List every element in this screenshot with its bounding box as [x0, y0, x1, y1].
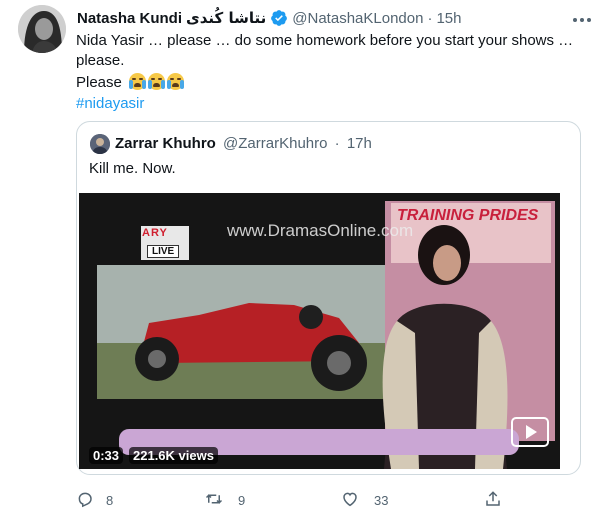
live-badge: LIVE [147, 245, 180, 258]
separator-dot: · [334, 135, 340, 152]
quoted-author-handle[interactable]: @ZarrarKhuhro [223, 135, 327, 152]
separator-dot: · [427, 9, 433, 27]
share-icon [484, 490, 502, 511]
tweet-text-please: Please [76, 74, 122, 91]
quoted-text: Kill me. Now. [89, 160, 176, 177]
retweet-icon [204, 490, 224, 511]
quoted-author-avatar[interactable] [90, 134, 110, 154]
video-views: 221.6K views [129, 447, 218, 464]
crying-emoji-icon [148, 73, 166, 90]
video-duration: 0:33 [89, 447, 124, 464]
like-count: 33 [374, 492, 389, 508]
avatar-image [18, 5, 66, 53]
quoted-tweet[interactable]: Zarrar Khuhro @ZarrarKhuhro · 17h Kill m… [76, 121, 581, 475]
like-button[interactable]: 33 [341, 485, 388, 515]
verified-badge-icon [270, 9, 288, 27]
channel-logo: ARY [142, 227, 168, 239]
author-avatar[interactable] [18, 5, 66, 53]
crying-emoji-icon [129, 73, 147, 90]
tweet-header: Natasha Kundi نتاشا کُندی @NatashaKLondo… [77, 7, 461, 29]
quoted-author-name[interactable]: Zarrar Khuhro [115, 135, 216, 152]
tweet-text-line: Please [76, 73, 581, 93]
tweet-text-line: Nida Yasir … please … do some homework b… [76, 32, 574, 49]
tweet-time[interactable]: 15h [436, 10, 461, 27]
quoted-time[interactable]: 17h [347, 135, 372, 152]
reply-button[interactable]: 8 [76, 485, 113, 515]
show-banner: TRAINING PRIDES [397, 207, 539, 224]
tweet-text-line: please. [76, 52, 125, 69]
author-handle[interactable]: @NatashaKLondon [292, 10, 423, 27]
reply-icon [76, 490, 94, 511]
more-icon[interactable] [572, 10, 592, 28]
crying-emoji-icon [167, 73, 185, 90]
video-watermark: www.DramasOnline.com [227, 221, 414, 240]
share-button[interactable] [484, 485, 502, 515]
play-icon[interactable] [511, 417, 549, 447]
reply-count: 8 [106, 492, 114, 508]
author-name-urdu[interactable]: نتاشا کُندی [186, 9, 266, 27]
author-name[interactable]: Natasha Kundi [77, 10, 182, 27]
retweet-count: 9 [238, 492, 246, 508]
hashtag-link[interactable]: #nidayasir [76, 94, 581, 114]
video-player[interactable]: www.DramasOnline.com ARY LIVE TRAINING P… [79, 193, 560, 469]
tweet-text: Nida Yasir … please … do some homework b… [76, 31, 581, 114]
like-icon [341, 490, 359, 511]
retweet-button[interactable]: 9 [204, 485, 245, 515]
quoted-header: Zarrar Khuhro @ZarrarKhuhro · 17h [115, 135, 372, 152]
